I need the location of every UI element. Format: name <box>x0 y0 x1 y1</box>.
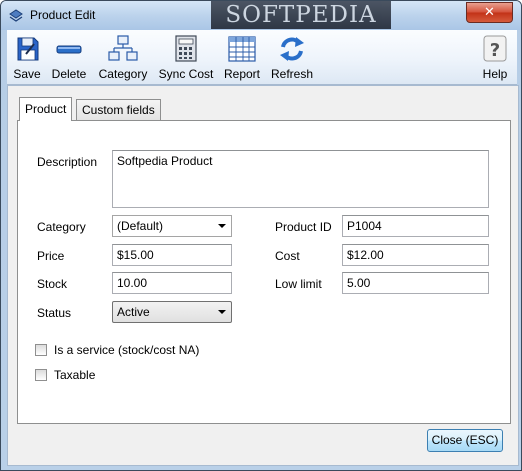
toolbar: Save Delete Category Sync Cost Report Re… <box>7 30 517 85</box>
help-label: Help <box>482 67 508 81</box>
product-panel: Description Softpedia Product Category (… <box>17 120 511 424</box>
title-bar: Product Edit SOFTPEDIA ✕ <box>1 1 521 30</box>
stock-field[interactable]: 10.00 <box>112 272 232 294</box>
calculator-icon <box>175 35 197 62</box>
hierarchy-icon <box>108 35 138 61</box>
low-limit-label: Low limit <box>275 277 322 291</box>
price-label: Price <box>37 249 65 263</box>
close-icon: ✕ <box>484 4 495 19</box>
tab-product-label: Product <box>25 102 67 116</box>
floppy-disk-icon <box>17 37 39 61</box>
sync-cost-label: Sync Cost <box>158 67 214 81</box>
tab-custom-fields[interactable]: Custom fields <box>76 99 161 120</box>
delete-label: Delete <box>51 67 87 81</box>
close-esc-button[interactable]: Close (ESC) <box>427 429 503 452</box>
report-button[interactable]: Report <box>221 32 263 82</box>
category-button[interactable]: Category <box>95 32 151 82</box>
status-label: Status <box>37 306 72 320</box>
tab-custom-fields-label: Custom fields <box>82 103 155 117</box>
taxable-checkbox-label: Taxable <box>54 368 96 382</box>
refresh-arrows-icon <box>280 37 304 61</box>
refresh-label: Refresh <box>270 67 314 81</box>
save-label: Save <box>13 67 41 81</box>
product-edit-window: Product Edit SOFTPEDIA ✕ Save Delete Cat… <box>0 0 522 471</box>
description-label: Description <box>37 155 98 169</box>
sync-cost-button[interactable]: Sync Cost <box>157 32 215 82</box>
window-title: Product Edit <box>30 8 96 22</box>
stock-label: Stock <box>37 277 68 291</box>
app-icon <box>9 9 23 22</box>
service-checkbox-label: Is a service (stock/cost NA) <box>54 343 200 357</box>
blue-bar-icon <box>56 45 82 54</box>
client-area: Product Custom fields Description Softpe… <box>7 85 519 466</box>
svg-text:?: ? <box>490 40 500 61</box>
cost-field[interactable]: $12.00 <box>342 244 489 266</box>
status-select[interactable]: Active <box>112 301 232 323</box>
report-label: Report <box>223 67 261 81</box>
product-id-label: Product ID <box>275 220 332 234</box>
low-limit-field[interactable]: 5.00 <box>342 272 489 294</box>
status-select-value: Active <box>117 305 150 319</box>
chevron-down-icon <box>218 310 226 314</box>
chevron-down-icon <box>218 224 226 228</box>
service-checkbox[interactable] <box>35 344 47 356</box>
delete-button[interactable]: Delete <box>49 32 89 82</box>
window-close-button[interactable]: ✕ <box>466 2 513 23</box>
save-button[interactable]: Save <box>7 32 47 82</box>
tab-product[interactable]: Product <box>19 97 73 121</box>
refresh-button[interactable]: Refresh <box>269 32 315 82</box>
category-select[interactable]: (Default) <box>112 215 232 237</box>
cost-label: Cost <box>275 249 300 263</box>
help-button[interactable]: ? Help <box>477 32 513 82</box>
price-field[interactable]: $15.00 <box>112 244 232 266</box>
question-mark-icon: ? <box>483 35 507 62</box>
category-field-label: Category <box>37 220 86 234</box>
product-id-field[interactable]: P1004 <box>342 215 489 237</box>
table-grid-icon <box>228 36 256 62</box>
watermark: SOFTPEDIA <box>211 1 391 29</box>
taxable-checkbox[interactable] <box>35 369 47 381</box>
category-select-value: (Default) <box>117 219 164 233</box>
category-label: Category <box>98 67 148 81</box>
description-field[interactable]: Softpedia Product <box>112 150 489 208</box>
